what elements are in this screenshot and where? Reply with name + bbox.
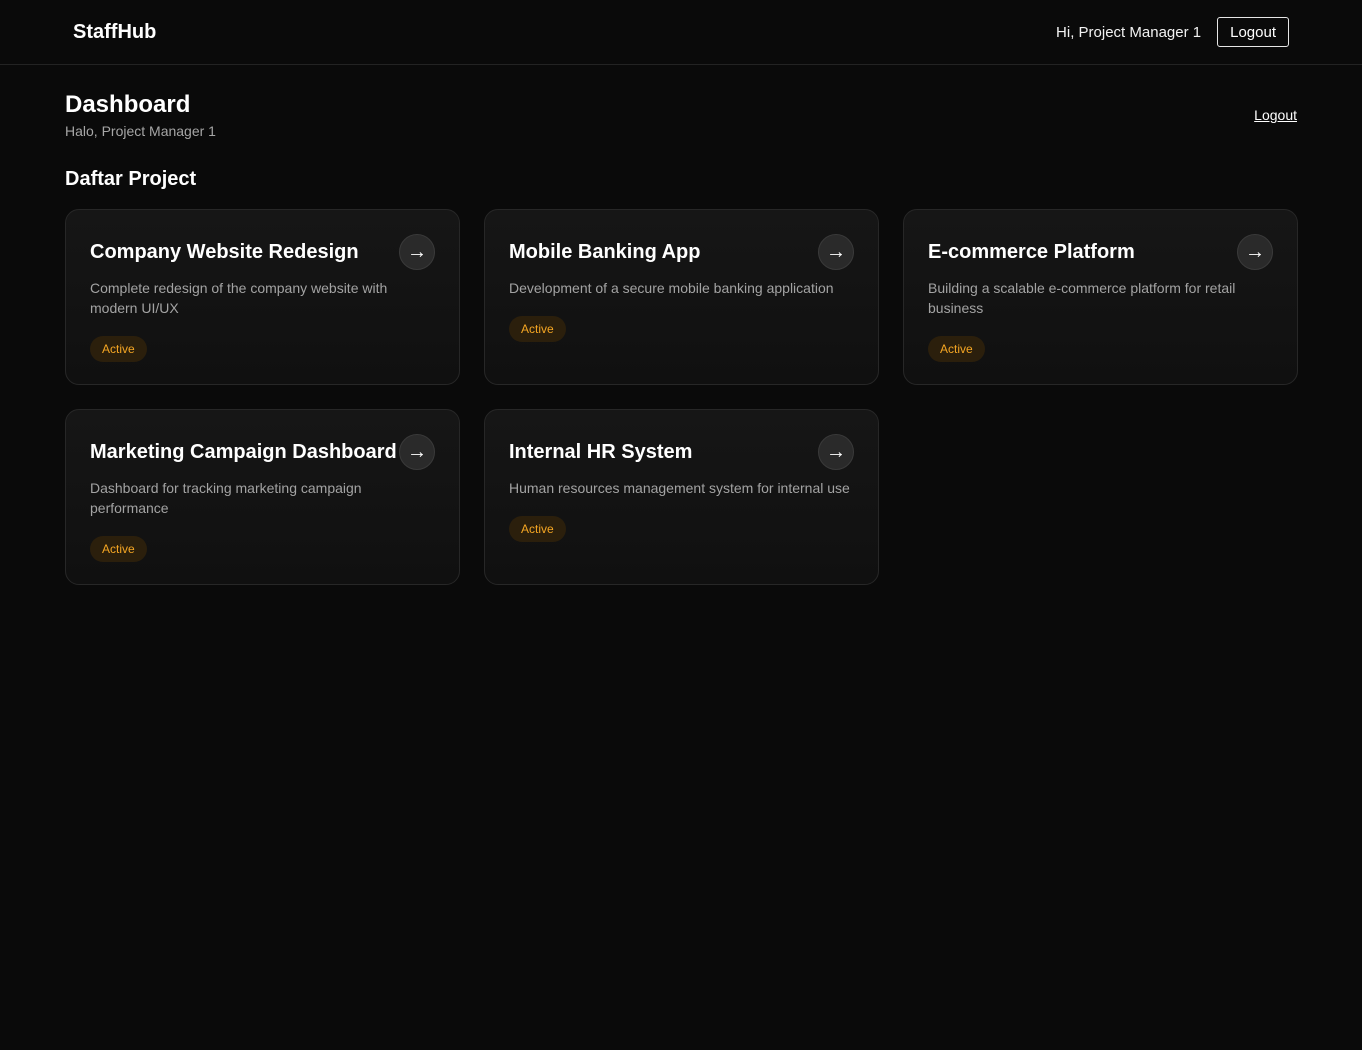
project-card[interactable]: Marketing Campaign Dashboard → Dashboard… xyxy=(65,409,460,585)
project-title: Marketing Campaign Dashboard xyxy=(90,440,397,463)
brand-logo[interactable]: StaffHub xyxy=(73,21,156,44)
page-title: Dashboard xyxy=(65,91,191,118)
card-header: Company Website Redesign → xyxy=(90,234,435,270)
project-description: Development of a secure mobile banking a… xyxy=(509,280,834,296)
project-card[interactable]: Company Website Redesign → Complete rede… xyxy=(65,209,460,385)
card-header: Marketing Campaign Dashboard → xyxy=(90,434,435,470)
logout-button[interactable]: Logout xyxy=(1217,17,1289,47)
status-badge: Active xyxy=(90,536,147,562)
project-card[interactable]: Internal HR System → Human resources man… xyxy=(484,409,879,585)
project-card[interactable]: E-commerce Platform → Building a scalabl… xyxy=(903,209,1298,385)
section-title: Daftar Project xyxy=(65,168,197,190)
status-badge: Active xyxy=(509,316,566,342)
arrow-right-icon[interactable]: → xyxy=(399,434,435,470)
project-title: Internal HR System xyxy=(509,440,693,463)
page-header: Dashboard Halo, Project Manager 1 Logout xyxy=(65,91,1297,139)
arrow-right-icon[interactable]: → xyxy=(399,234,435,270)
arrow-right-icon[interactable]: → xyxy=(818,234,854,270)
project-description: Complete redesign of the company website… xyxy=(90,280,388,316)
status-badge: Active xyxy=(90,336,147,362)
top-navbar: StaffHub Hi, Project Manager 1 Logout xyxy=(0,0,1362,65)
logout-link[interactable]: Logout xyxy=(1254,107,1297,123)
main-content: Dashboard Halo, Project Manager 1 Logout… xyxy=(0,65,1362,585)
card-header: Mobile Banking App → xyxy=(509,234,854,270)
page-subtitle: Halo, Project Manager 1 xyxy=(65,123,216,139)
project-grid: Company Website Redesign → Complete rede… xyxy=(65,209,1298,585)
project-title: Company Website Redesign xyxy=(90,240,359,263)
card-header: Internal HR System → xyxy=(509,434,854,470)
project-description: Building a scalable e-commerce platform … xyxy=(928,280,1236,316)
topbar-user-area: Hi, Project Manager 1 Logout xyxy=(1056,17,1289,47)
project-card[interactable]: Mobile Banking App → Development of a se… xyxy=(484,209,879,385)
arrow-right-icon[interactable]: → xyxy=(818,434,854,470)
status-badge: Active xyxy=(928,336,985,362)
project-title: Mobile Banking App xyxy=(509,240,701,263)
page-heading-group: Dashboard Halo, Project Manager 1 xyxy=(65,91,216,139)
project-description: Dashboard for tracking marketing campaig… xyxy=(90,480,362,516)
user-greeting: Hi, Project Manager 1 xyxy=(1056,23,1202,41)
project-title: E-commerce Platform xyxy=(928,240,1135,263)
card-header: E-commerce Platform → xyxy=(928,234,1273,270)
arrow-right-icon[interactable]: → xyxy=(1237,234,1273,270)
status-badge: Active xyxy=(509,516,566,542)
project-description: Human resources management system for in… xyxy=(509,480,850,496)
